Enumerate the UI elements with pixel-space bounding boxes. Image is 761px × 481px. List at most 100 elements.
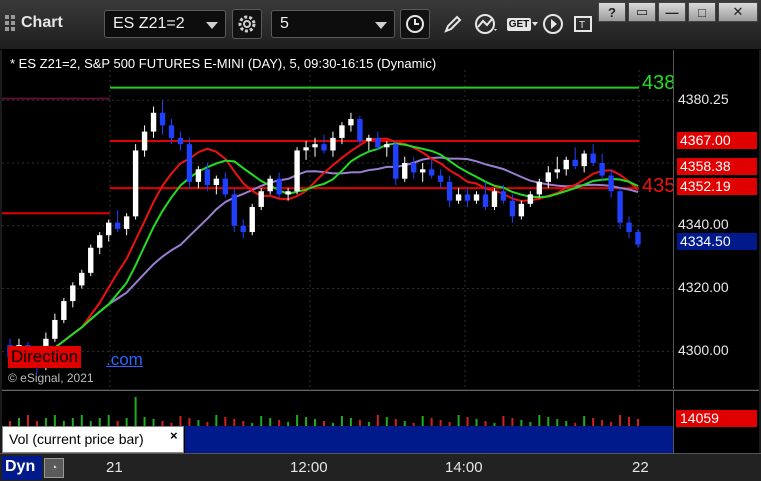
candle-body xyxy=(213,178,220,185)
candle-body xyxy=(159,112,166,126)
candle-body xyxy=(635,232,641,245)
copyright: © eSignal, 2021 xyxy=(8,371,94,385)
candle-body xyxy=(52,319,58,339)
gear-icon xyxy=(238,15,256,33)
volume-study-panel xyxy=(185,426,673,453)
toolbar: Chart ES Z21=2 5 GET T ? ▭ — □ ✕ xyxy=(0,0,761,50)
candle-body xyxy=(554,169,560,173)
candle-body xyxy=(518,203,525,217)
candle-body xyxy=(527,194,534,204)
dynamic-button[interactable]: Dyn xyxy=(2,456,42,480)
candle-body xyxy=(303,147,309,151)
candle-body xyxy=(132,150,139,217)
candle-body xyxy=(195,169,202,182)
chart-title: * ES Z21=2, S&P 500 FUTURES E-MINI (DAY)… xyxy=(10,56,437,71)
candle-body xyxy=(437,175,444,182)
watermark: Direction xyxy=(8,346,82,368)
candle-body xyxy=(545,172,551,182)
candle-body xyxy=(491,191,498,207)
price-axis[interactable]: 4380.25 4367.00 4358.38 4352.19 4340.00 … xyxy=(673,50,759,389)
time-label: 14:00 xyxy=(445,459,483,476)
candle-body xyxy=(536,181,543,195)
price-chart[interactable]: * ES Z21=2, S&P 500 FUTURES E-MINI (DAY)… xyxy=(2,50,673,389)
volume-value-tag: 14059 xyxy=(676,410,757,427)
price-tick: 4320.00 xyxy=(678,279,729,295)
candle-body xyxy=(428,169,435,176)
candle-body xyxy=(249,206,255,233)
grip-icon xyxy=(5,15,15,31)
symbol-value: ES Z21=2 xyxy=(113,15,185,32)
candle-body xyxy=(105,222,112,236)
volume-bar xyxy=(134,397,137,427)
chevron-down-icon[interactable] xyxy=(375,22,387,29)
green-level-label: 438 xyxy=(642,72,673,94)
price-tick: 4380.25 xyxy=(678,91,729,107)
candle-body xyxy=(509,200,516,217)
minimize-button[interactable]: — xyxy=(658,2,686,22)
play-button[interactable] xyxy=(538,9,568,39)
candle-body xyxy=(88,247,94,273)
time-label: 12:00 xyxy=(290,459,328,476)
chevron-down-icon[interactable] xyxy=(206,22,218,29)
candle-body xyxy=(348,119,354,126)
price-tag-level: 4358.38 xyxy=(677,158,757,175)
candle-body xyxy=(411,163,417,173)
price-tick: 4340.00 xyxy=(678,216,729,232)
dynamic-settings-icon[interactable]: ◔ xyxy=(44,458,64,478)
candle-body xyxy=(240,225,246,233)
app-title: Chart xyxy=(5,14,63,32)
candle-body xyxy=(357,119,363,142)
candle-body xyxy=(419,169,426,173)
ma-green-line xyxy=(9,142,639,359)
pencil-icon xyxy=(444,15,462,33)
candle-body xyxy=(97,235,103,248)
candle-body xyxy=(572,159,578,167)
candle-body xyxy=(384,144,390,148)
candle-body xyxy=(258,191,264,207)
get-data-button[interactable]: GET xyxy=(506,9,540,39)
interval-value: 5 xyxy=(280,15,289,32)
time-axis[interactable]: Dyn ◔ 21 12:00 14:00 22 xyxy=(0,453,761,481)
settings-button[interactable] xyxy=(232,9,262,39)
symbol-input[interactable]: ES Z21=2 xyxy=(104,10,226,38)
help-button[interactable]: ? xyxy=(598,2,626,22)
candle-body xyxy=(446,181,453,201)
chart-line-icon xyxy=(475,14,497,34)
candle-body xyxy=(312,144,318,148)
get-label: GET xyxy=(506,17,532,31)
candle-body xyxy=(608,175,614,192)
volume-study-label[interactable]: Vol (current price bar) xyxy=(2,426,184,453)
candle-body xyxy=(150,112,157,132)
candle-body xyxy=(617,191,623,223)
time-button[interactable] xyxy=(400,9,430,39)
maximize-button[interactable]: □ xyxy=(688,2,716,22)
candle-body xyxy=(204,169,211,185)
candle-body xyxy=(168,125,175,138)
interval-input[interactable]: 5 xyxy=(271,10,395,38)
watermark-link: .com xyxy=(106,350,143,369)
close-button[interactable]: ✕ xyxy=(718,2,758,22)
candle-body xyxy=(375,137,381,148)
candle-body xyxy=(563,159,569,170)
candle-body xyxy=(276,178,282,195)
candle-body xyxy=(186,144,193,182)
template-button[interactable]: T xyxy=(568,9,598,39)
candle-body xyxy=(321,144,327,151)
candle-body xyxy=(141,131,148,151)
candle-body xyxy=(482,194,489,207)
svg-text:T: T xyxy=(579,20,585,31)
close-study-icon[interactable]: × xyxy=(170,428,178,443)
volume-histogram xyxy=(9,397,639,427)
candle-body xyxy=(294,150,300,192)
candle-body xyxy=(455,194,462,201)
restore-button[interactable]: ▭ xyxy=(628,2,656,22)
template-icon: T xyxy=(574,16,592,32)
candle-body xyxy=(590,153,596,163)
time-label: 22 xyxy=(632,459,649,476)
candle-body xyxy=(599,163,605,176)
studies-button[interactable] xyxy=(472,9,502,39)
price-tick: 4300.00 xyxy=(678,342,729,358)
app-title-label: Chart xyxy=(21,14,63,31)
play-circle-icon xyxy=(543,14,563,34)
draw-tool-button[interactable] xyxy=(438,9,468,39)
